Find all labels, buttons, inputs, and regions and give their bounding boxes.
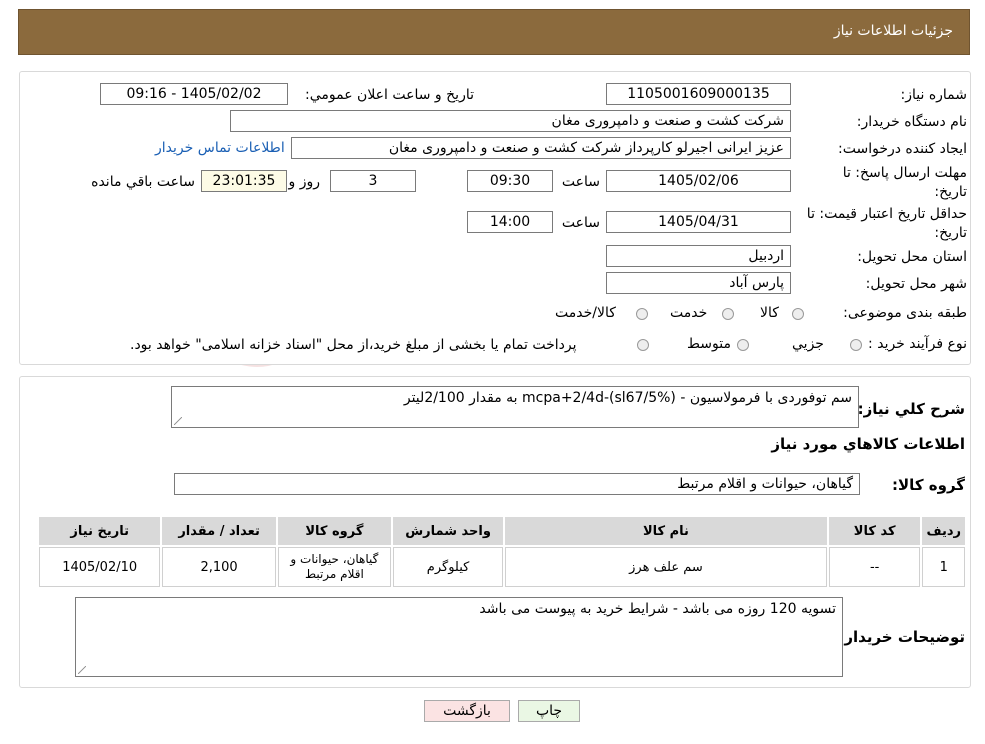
buyer-contact-link[interactable]: اطلاعات تماس خريدار: [155, 140, 285, 156]
process-option-minor: جزيي: [792, 336, 824, 352]
table-header-row: رديف كد كالا نام كالا واحد شمارش گروه كا…: [39, 517, 965, 545]
need-number-field: 1105001609000135: [606, 83, 791, 105]
category-option-goods: كالا: [760, 305, 779, 321]
cell-code: --: [828, 547, 921, 587]
deadline-label-date: تاريخ:: [934, 184, 967, 200]
province-label: استان محل تحويل:: [857, 249, 967, 265]
deadline-time-label: ساعت: [561, 174, 600, 190]
col-header-quantity: تعداد / مقدار: [162, 517, 276, 545]
process-note: پرداخت تمام يا بخشی از مبلغ خريد،از محل …: [130, 337, 577, 353]
remaining-time-field: 23:01:35: [201, 170, 287, 192]
deadline-date-field: 1405/02/06: [606, 170, 791, 192]
category-radio-both[interactable]: [636, 308, 648, 320]
cell-group: گیاهان، حیوانات و اقلام مرتبط: [277, 547, 392, 587]
announce-label: تاريخ و ساعت اعلان عمومي:: [305, 87, 474, 103]
items-table-wrapper: رديف كد كالا نام كالا واحد شمارش گروه كا…: [37, 515, 967, 589]
category-radio-goods[interactable]: [792, 308, 804, 320]
buyer-notes-textarea[interactable]: تسویه 120 روزه می باشد - شرایط خرید به پ…: [75, 597, 843, 677]
items-table: رديف كد كالا نام كالا واحد شمارش گروه كا…: [37, 515, 967, 589]
need-number-label: شماره نیاز:: [900, 87, 968, 103]
validity-label-date: تاريخ:: [934, 225, 967, 241]
resize-grip-icon[interactable]: [174, 417, 182, 425]
city-label: شهر محل تحويل:: [865, 276, 967, 292]
buyer-org-field: شركت كشت و صنعت و دامپروری مغان: [230, 110, 791, 132]
province-field: اردبیل: [606, 245, 791, 267]
process-label: نوع فرآيند خريد :: [868, 336, 967, 352]
col-header-group: گروه كالا: [277, 517, 392, 545]
process-option-medium: متوسط: [687, 336, 731, 352]
col-header-code: كد كالا: [828, 517, 921, 545]
deadline-time-field: 09:30: [467, 170, 553, 192]
validity-label: حداقل تاريخ اعتبار قيمت: تا: [806, 206, 967, 222]
days-label: روز و: [288, 174, 321, 190]
page-header: جزئیات اطلاعات نیاز: [18, 9, 970, 55]
col-header-name: نام كالا: [505, 517, 827, 545]
cell-unit: كيلوگرم: [393, 547, 504, 587]
deadline-label: مهلت ارسال پاسخ: تا: [842, 165, 967, 181]
print-button[interactable]: چاپ: [518, 700, 580, 722]
cell-name: سم علف هرز: [505, 547, 827, 587]
treasury-checkbox[interactable]: [637, 339, 649, 351]
requester-field: عزیز ایرانی اجیرلو کارپرداز شرکت کشت و ص…: [291, 137, 791, 159]
goods-group-label: گروه كالا:: [892, 476, 965, 494]
buyer-notes-label: توضيحات خريدار:: [838, 628, 965, 646]
buyer-org-label: نام دستگاه خريدار:: [856, 114, 967, 130]
col-header-row-number: رديف: [922, 517, 965, 545]
goods-info-title: اطلاعات كالاهاي مورد نياز: [771, 435, 965, 453]
category-option-service: خدمت: [670, 305, 708, 321]
cell-quantity: 2,100: [162, 547, 276, 587]
days-field: 3: [330, 170, 416, 192]
buyer-notes-text: تسویه 120 روزه می باشد - شرایط خرید به پ…: [479, 601, 836, 617]
category-radio-service[interactable]: [722, 308, 734, 320]
summary-label: شرح كلي نياز:: [857, 400, 965, 418]
requester-label: ايجاد کننده درخواست:: [838, 141, 967, 157]
remaining-label: ساعت باقي مانده: [91, 174, 195, 190]
summary-text: سم توفوردی با فرمولاسیون - mcpa+2/4d-(sl…: [403, 390, 852, 406]
validity-time-field: 14:00: [467, 211, 553, 233]
table-row: 1 -- سم علف هرز كيلوگرم گیاهان، حیوانات …: [39, 547, 965, 587]
col-header-date: تاريخ نياز: [39, 517, 161, 545]
city-field: پارس آباد: [606, 272, 791, 294]
resize-grip-icon[interactable]: [78, 666, 86, 674]
category-label: طبقه بندی موضوعی:: [843, 305, 967, 321]
announce-field: 1405/02/02 - 09:16: [100, 83, 288, 105]
col-header-unit: واحد شمارش: [393, 517, 504, 545]
summary-textarea[interactable]: سم توفوردی با فرمولاسیون - mcpa+2/4d-(sl…: [171, 386, 859, 428]
validity-date-field: 1405/04/31: [606, 211, 791, 233]
process-radio-medium[interactable]: [737, 339, 749, 351]
goods-group-field: گیاهان، حیوانات و اقلام مرتبط: [174, 473, 860, 495]
category-option-both: كالا/خدمت: [555, 305, 616, 321]
page-title: جزئیات اطلاعات نیاز: [833, 23, 953, 39]
back-button[interactable]: بازگشت: [424, 700, 510, 722]
cell-date: 1405/02/10: [39, 547, 161, 587]
cell-row-number: 1: [922, 547, 965, 587]
validity-time-label: ساعت: [561, 215, 600, 231]
process-radio-minor[interactable]: [850, 339, 862, 351]
